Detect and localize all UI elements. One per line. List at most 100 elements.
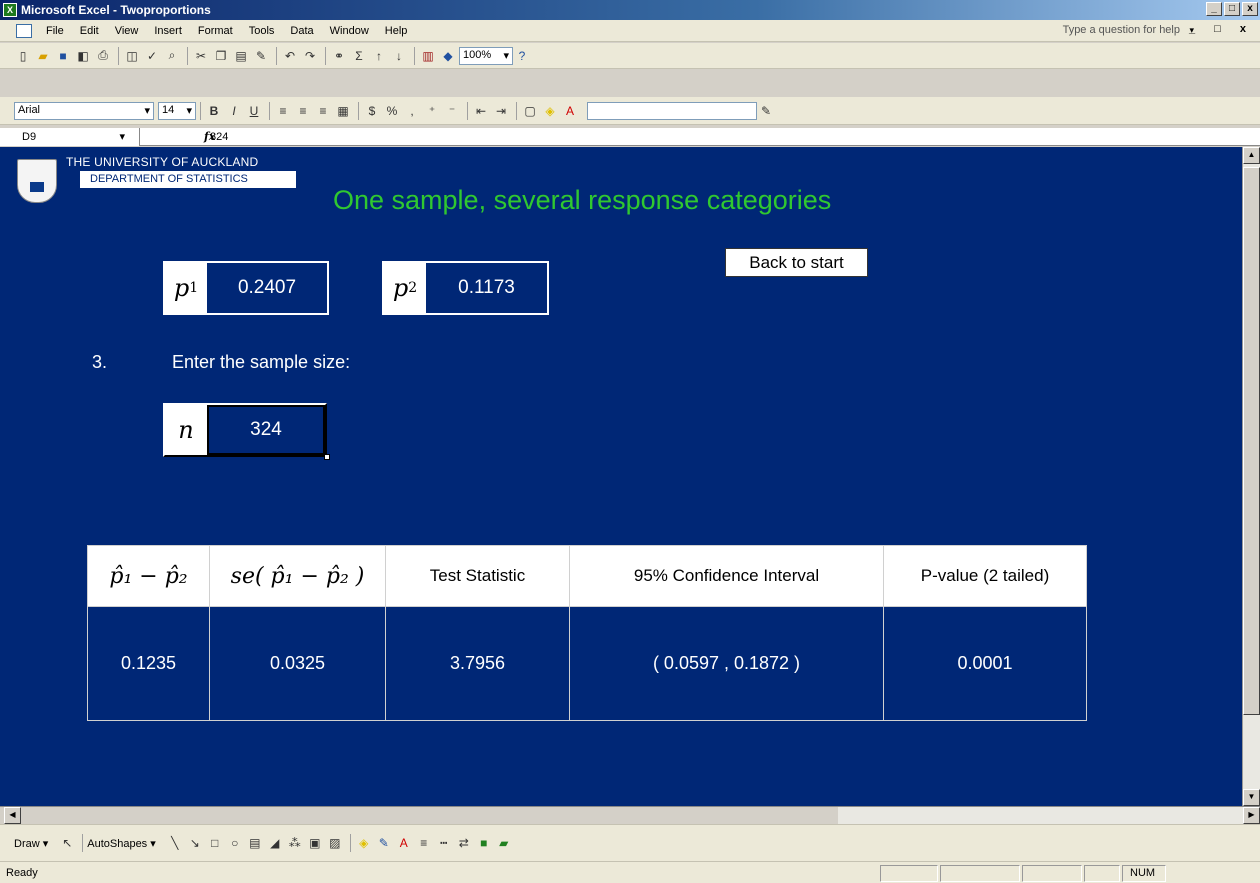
line-color-icon[interactable]: ✎ (375, 834, 393, 852)
tab-scroll-left-icon[interactable]: ◀ (4, 807, 21, 824)
menu-help[interactable]: Help (377, 25, 416, 37)
font-color-icon[interactable]: A (395, 834, 413, 852)
p2-hat-value[interactable]: 0.1173 (426, 263, 547, 313)
shadow-style-icon[interactable]: ■ (475, 834, 493, 852)
scroll-down-icon[interactable]: ▼ (1243, 789, 1260, 806)
open-icon[interactable]: ▰ (34, 47, 52, 65)
decrease-decimal-icon[interactable]: ⁻ (443, 102, 461, 120)
difference-value[interactable]: 0.1235 (87, 606, 210, 721)
chart-wizard-icon[interactable]: ▥ (419, 47, 437, 65)
decrease-indent-icon[interactable]: ⇤ (472, 102, 490, 120)
research-icon[interactable]: ⌕ (163, 47, 181, 65)
hyperlink-icon[interactable]: ⚭ (330, 47, 348, 65)
select-objects-icon[interactable]: ↖ (58, 834, 76, 852)
name-box[interactable]: D9 ▾ (0, 127, 140, 146)
sort-descending-icon[interactable]: ↓ (390, 47, 408, 65)
spelling-icon[interactable]: ✓ (143, 47, 161, 65)
menu-window[interactable]: Window (322, 25, 377, 37)
menu-file[interactable]: File (38, 25, 72, 37)
horizontal-scrollbar[interactable]: ▶ (838, 807, 1260, 824)
align-center-icon[interactable]: ≡ (294, 102, 312, 120)
font-size-select[interactable]: 14 ▾ (158, 101, 196, 120)
workbook-window-controls[interactable]: _ □ x (1189, 23, 1254, 35)
fill-handle[interactable] (324, 454, 330, 460)
menu-edit[interactable]: Edit (72, 25, 107, 37)
new-icon[interactable]: ▯ (14, 47, 32, 65)
maximize-button[interactable]: □ (1224, 2, 1240, 16)
pen-icon[interactable]: ✎ (757, 102, 775, 120)
undo-icon[interactable]: ↶ (281, 47, 299, 65)
confidence-interval-value[interactable]: ( 0.0597 , 0.1872 ) (569, 606, 884, 721)
dash-style-icon[interactable]: ┅ (435, 834, 453, 852)
status-panel (1022, 865, 1082, 882)
align-left-icon[interactable]: ≡ (274, 102, 292, 120)
clip-art-icon[interactable]: ▣ (306, 834, 324, 852)
scroll-thumb[interactable] (1243, 167, 1260, 715)
minimize-button[interactable]: _ (1206, 2, 1222, 16)
menu-format[interactable]: Format (190, 25, 241, 37)
help-icon[interactable]: ? (513, 47, 531, 65)
underline-button[interactable]: U (245, 102, 263, 120)
workbook-icon[interactable] (16, 23, 32, 38)
scroll-right-icon[interactable]: ▶ (1243, 807, 1260, 824)
borders-icon[interactable]: ▢ (521, 102, 539, 120)
scroll-up-icon[interactable]: ▲ (1243, 147, 1260, 164)
paste-icon[interactable]: ▤ (232, 47, 250, 65)
line-style-icon[interactable]: ≡ (415, 834, 433, 852)
menu-view[interactable]: View (107, 25, 147, 37)
diagram-icon[interactable]: ⁂ (286, 834, 304, 852)
p1-hat-value[interactable]: 0.2407 (207, 263, 327, 313)
increase-decimal-icon[interactable]: ⁺ (423, 102, 441, 120)
percent-button[interactable]: % (383, 102, 401, 120)
insert-function-button[interactable]: fx (140, 130, 215, 143)
cut-icon[interactable]: ✂ (192, 47, 210, 65)
test-statistic-value[interactable]: 3.7956 (385, 606, 570, 721)
draw-menu-button[interactable]: Draw ▾ (14, 837, 48, 850)
picture-icon[interactable]: ▨ (326, 834, 344, 852)
redo-icon[interactable]: ↷ (301, 47, 319, 65)
vertical-scrollbar[interactable]: ▲ ▼ (1242, 147, 1260, 806)
autoshapes-menu-button[interactable]: AutoShapes ▾ (87, 837, 156, 850)
menu-insert[interactable]: Insert (146, 25, 190, 37)
italic-button[interactable]: I (225, 102, 243, 120)
help-search-input[interactable]: Type a question for help (1063, 24, 1180, 36)
print-preview-icon[interactable]: ◫ (123, 47, 141, 65)
font-color-icon[interactable]: A (561, 102, 579, 120)
rectangle-icon[interactable]: □ (206, 834, 224, 852)
autosum-icon[interactable]: Σ (350, 47, 368, 65)
3d-style-icon[interactable]: ▰ (495, 834, 513, 852)
currency-button[interactable]: $ (363, 102, 381, 120)
print-icon[interactable]: ⎙ (94, 47, 112, 65)
formula-input[interactable]: 324 (204, 131, 228, 143)
comma-style-icon[interactable]: , (403, 102, 421, 120)
wordart-icon[interactable]: ◢ (266, 834, 284, 852)
align-right-icon[interactable]: ≡ (314, 102, 332, 120)
drawing-icon[interactable]: ◆ (439, 47, 457, 65)
menu-tools[interactable]: Tools (241, 25, 283, 37)
merge-center-icon[interactable]: ▦ (334, 102, 352, 120)
sort-ascending-icon[interactable]: ↑ (370, 47, 388, 65)
copy-icon[interactable]: ❐ (212, 47, 230, 65)
oval-icon[interactable]: ○ (226, 834, 244, 852)
chevron-down-icon[interactable]: ▾ (119, 130, 125, 143)
zoom-select[interactable]: 100% ▾ (459, 46, 513, 65)
sample-size-input[interactable]: 324 (207, 405, 325, 455)
format-painter-icon[interactable]: ✎ (252, 47, 270, 65)
line-icon[interactable]: ╲ (166, 834, 184, 852)
close-button[interactable]: x (1242, 2, 1258, 16)
menu-data[interactable]: Data (282, 25, 321, 37)
bold-button[interactable]: B (205, 102, 223, 120)
fill-color-icon[interactable]: ◈ (541, 102, 559, 120)
style-select[interactable] (587, 101, 757, 120)
increase-indent-icon[interactable]: ⇥ (492, 102, 510, 120)
p-value-value[interactable]: 0.0001 (883, 606, 1087, 721)
text-box-icon[interactable]: ▤ (246, 834, 264, 852)
permission-icon[interactable]: ◧ (74, 47, 92, 65)
save-icon[interactable]: ■ (54, 47, 72, 65)
standard-error-value[interactable]: 0.0325 (209, 606, 386, 721)
arrow-icon[interactable]: ↘ (186, 834, 204, 852)
arrow-style-icon[interactable]: ⇄ (455, 834, 473, 852)
fill-color-icon[interactable]: ◈ (355, 834, 373, 852)
font-name-select[interactable]: Arial ▾ (14, 101, 154, 120)
back-to-start-button[interactable]: Back to start (725, 248, 868, 277)
